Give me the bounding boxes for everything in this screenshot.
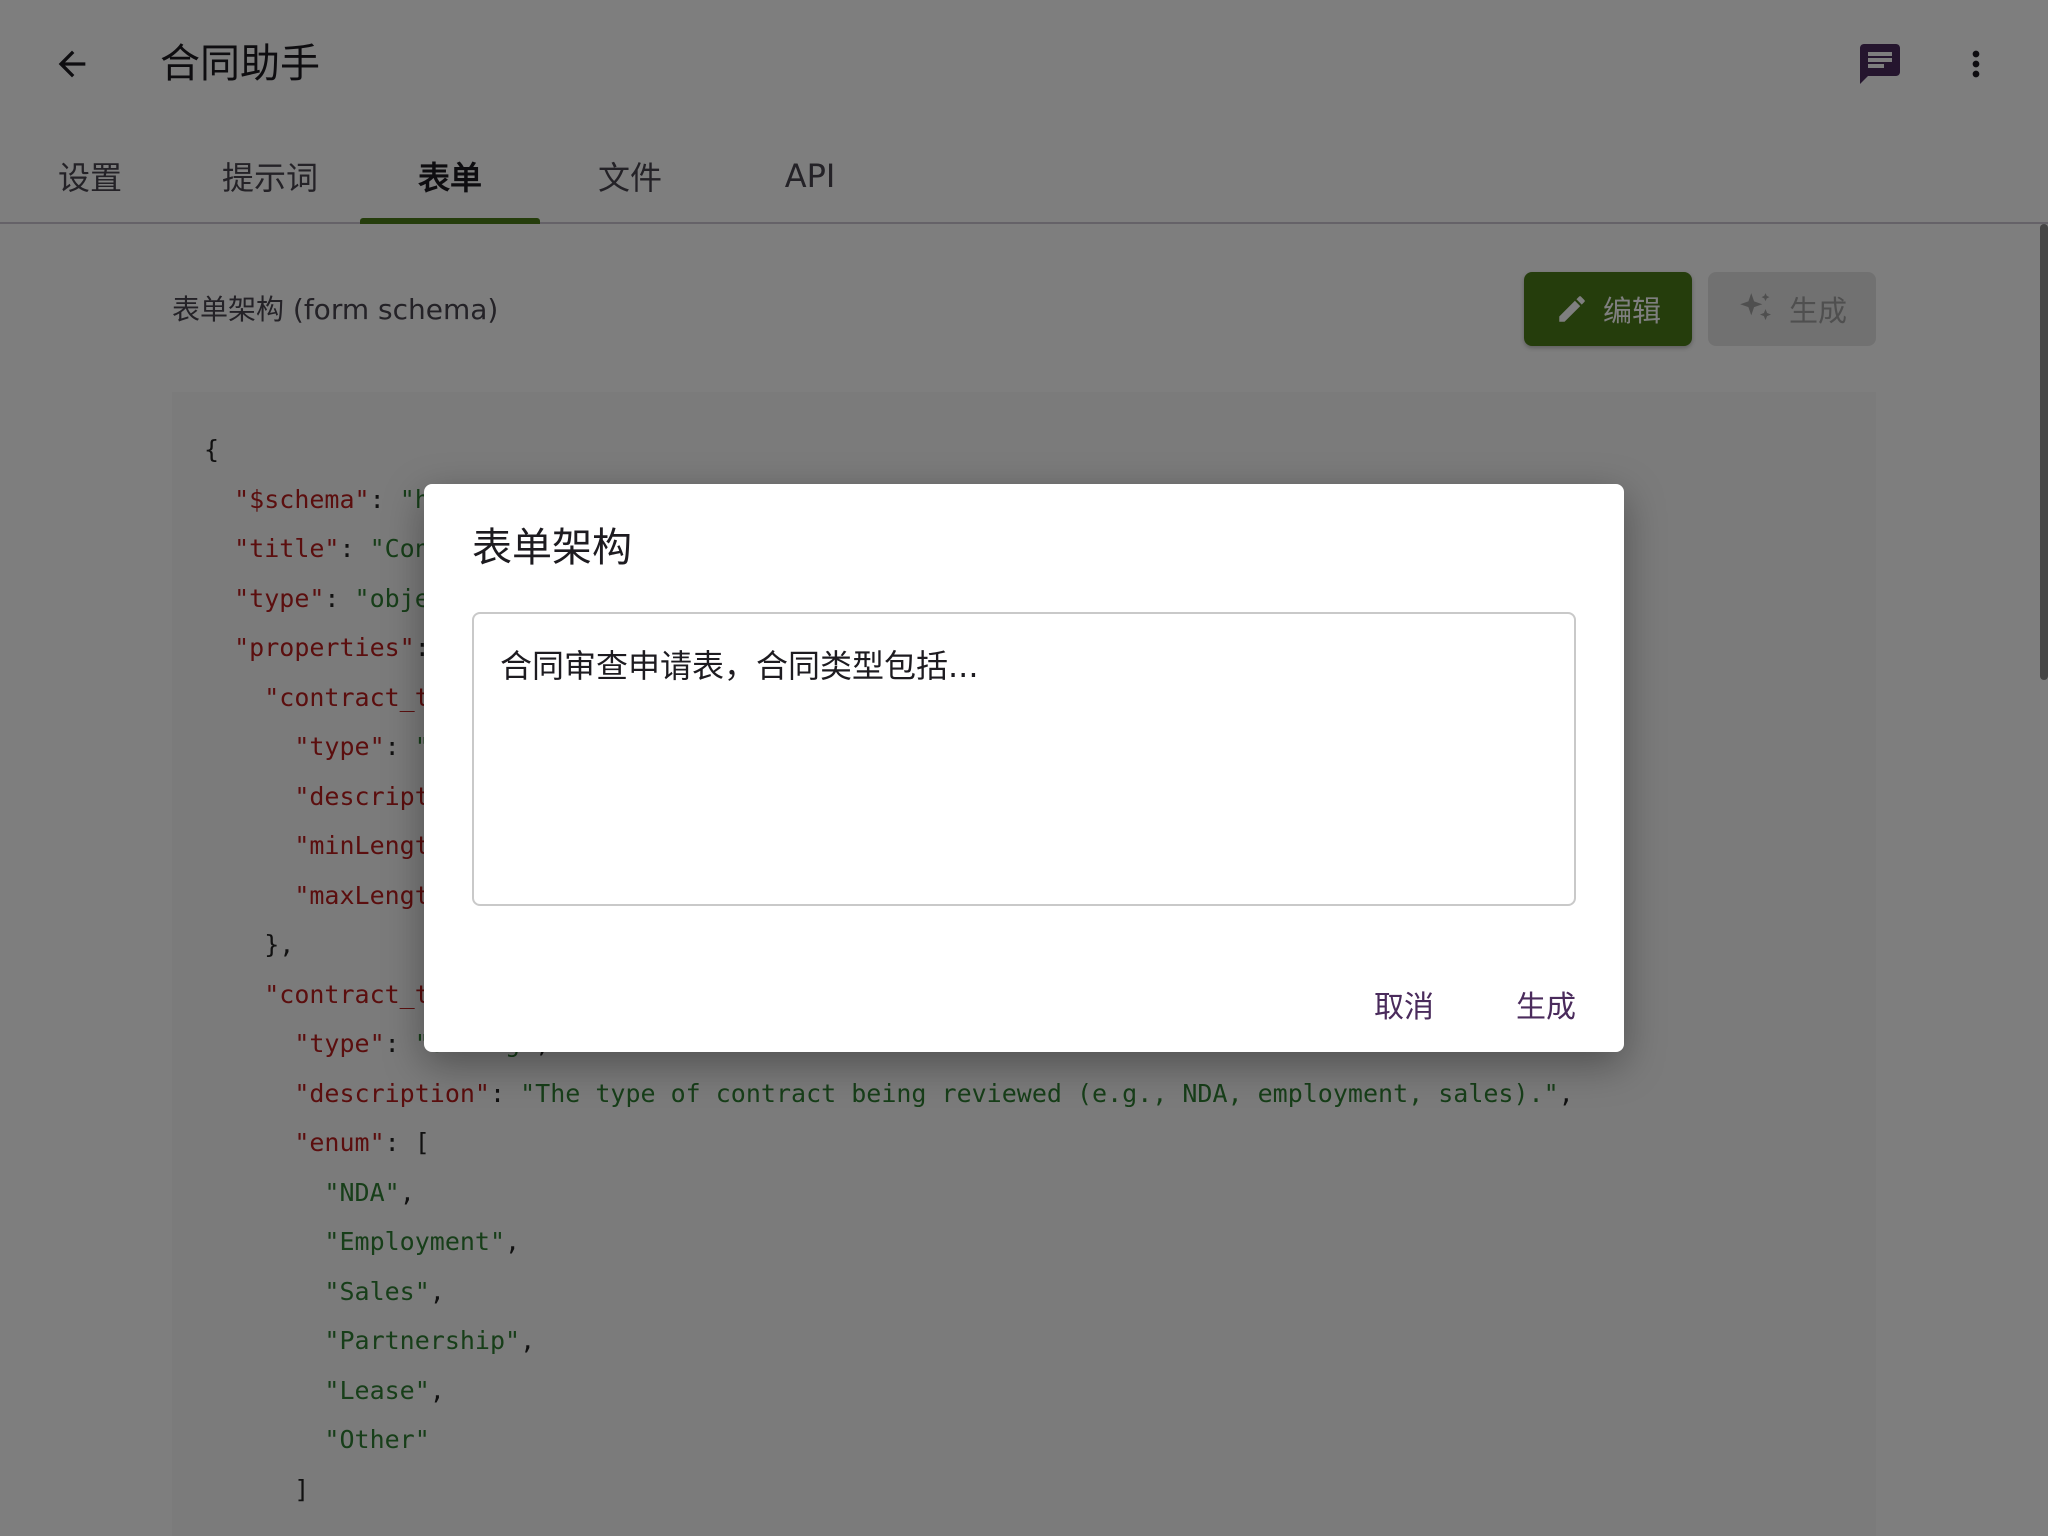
confirm-generate-button[interactable]: 生成 xyxy=(1496,972,1596,1036)
schema-description-input[interactable]: 合同审查申请表，合同类型包括... xyxy=(472,612,1576,906)
cancel-button[interactable]: 取消 xyxy=(1354,972,1454,1036)
form-schema-dialog: 表单架构 合同审查申请表，合同类型包括... 取消 生成 xyxy=(424,484,1624,1052)
dialog-title: 表单架构 xyxy=(472,525,632,571)
